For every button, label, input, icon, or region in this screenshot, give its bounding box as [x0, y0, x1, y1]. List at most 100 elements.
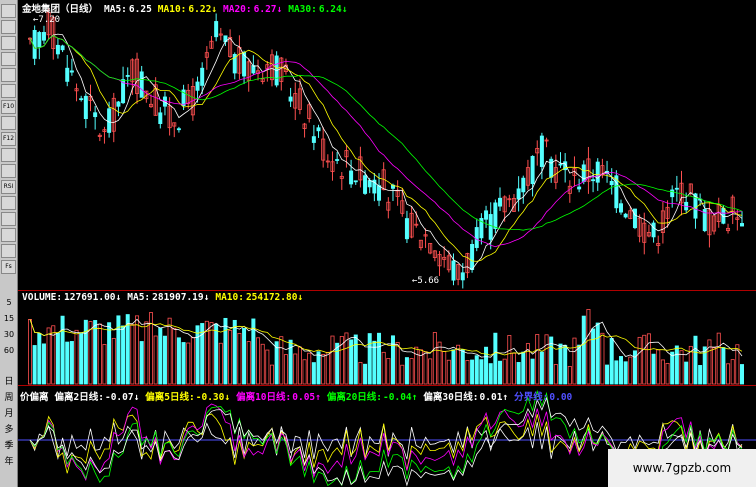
volume-bar	[716, 332, 721, 385]
volume-bar	[395, 342, 400, 385]
volume-bar	[637, 336, 642, 385]
volume-bar	[79, 333, 84, 385]
zoom-icon[interactable]	[1, 148, 16, 162]
period-axis-label[interactable]: 季	[0, 442, 18, 451]
fs-icon[interactable]: Fs	[1, 260, 16, 274]
candle	[311, 136, 316, 143]
dev10-value: 0.05↑	[292, 392, 321, 403]
candle	[474, 227, 479, 248]
period-axis-label[interactable]: 月	[0, 410, 18, 419]
volume-bar	[116, 315, 121, 385]
volume-bar	[246, 341, 251, 385]
ma20-value: 6.27↓	[253, 4, 283, 15]
volume-bar	[414, 346, 419, 385]
volume-bar	[237, 333, 242, 385]
volume-axis-label: 15	[3, 314, 15, 323]
vol-ma10-value: 254172.80↓	[245, 292, 304, 303]
volume-bar	[511, 352, 516, 385]
volume-bar	[74, 329, 79, 385]
move-icon[interactable]	[1, 212, 16, 226]
volume-bar	[451, 349, 456, 385]
price-header: 金地集团（日线） MA5: 6.25 MA10: 6.22↓ MA20: 6.27↓ MA30…	[22, 1, 353, 15]
line-icon[interactable]	[1, 20, 16, 34]
candle	[451, 260, 456, 281]
high-price-label: 7.20	[38, 15, 61, 25]
dev5-label: 偏离5日线:	[145, 392, 195, 403]
volume-bar	[600, 332, 605, 385]
period-axis-label[interactable]: 日	[0, 378, 18, 387]
candle	[549, 158, 554, 178]
volume-bar	[712, 347, 717, 385]
chart-icon[interactable]	[1, 36, 16, 50]
window-icon[interactable]	[1, 84, 16, 98]
volume-bar	[32, 345, 37, 385]
volume-bar	[60, 315, 65, 385]
volume-bar	[521, 351, 526, 385]
vol-ma5-label: MA5:	[127, 292, 151, 303]
volume-bar	[386, 358, 391, 385]
volume-bar	[218, 342, 223, 385]
volume-bar	[516, 362, 521, 385]
candle	[353, 180, 358, 183]
volume-bar	[381, 351, 386, 385]
volume-bar	[223, 317, 228, 385]
f10-icon[interactable]: F10	[1, 100, 16, 114]
low-price-label: 5.66	[417, 276, 440, 286]
indicator-header: 价偏离 偏离2日线:-0.07↓ 偏离5日线:-0.30↓ 偏离10日线:0.05↑ 偏…	[20, 389, 578, 403]
search-icon[interactable]	[1, 164, 16, 178]
cursor-icon[interactable]	[1, 4, 16, 18]
dev20-label: 偏离20日线:	[326, 392, 383, 403]
volume-bar	[265, 349, 270, 385]
grid-icon[interactable]	[1, 52, 16, 66]
rsi-icon[interactable]: RSI	[1, 180, 16, 194]
export-icon[interactable]	[1, 228, 16, 242]
book-icon[interactable]	[1, 196, 16, 210]
text-icon[interactable]	[1, 68, 16, 82]
candle	[79, 98, 84, 101]
volume-bar	[553, 364, 558, 385]
candle	[651, 222, 656, 238]
volume-bar	[409, 358, 414, 385]
candle	[632, 208, 637, 229]
chart-area[interactable]	[18, 0, 756, 487]
list-icon[interactable]	[1, 116, 16, 130]
candle	[65, 67, 70, 82]
volume-bar	[195, 325, 200, 385]
volume-bar	[176, 337, 181, 385]
period-axis-label[interactable]: 年	[0, 458, 18, 467]
volume-bar	[614, 360, 619, 385]
candle	[32, 29, 37, 59]
candle	[93, 112, 98, 118]
pen-icon[interactable]	[1, 244, 16, 258]
period-axis-label[interactable]: 多	[0, 426, 18, 435]
volume-bar	[577, 344, 582, 385]
volume-bar	[316, 351, 321, 385]
volume-bar	[325, 351, 330, 385]
candle	[591, 179, 596, 182]
volume-bar	[442, 351, 447, 385]
dev20-value: -0.04↑	[383, 392, 418, 403]
volume-bar	[186, 342, 191, 385]
volume-bar	[400, 364, 405, 385]
volume-bar	[121, 325, 126, 385]
volume-bar	[735, 344, 740, 385]
volume-bar	[214, 323, 219, 385]
candle	[363, 175, 368, 194]
candle	[470, 243, 475, 271]
volume-bar	[69, 341, 74, 385]
volume-bar	[679, 350, 684, 385]
period-axis-label[interactable]: 周	[0, 394, 18, 403]
volume-bar	[488, 363, 493, 385]
volume-bar	[55, 332, 60, 385]
volume-bar	[693, 335, 698, 385]
volume-bar	[726, 363, 731, 385]
f12-icon[interactable]: F12	[1, 132, 16, 146]
volume-bar	[572, 337, 577, 385]
volume-bar	[242, 327, 247, 385]
baseline-label: 分界线:	[514, 392, 549, 403]
volume-bar	[209, 322, 214, 385]
volume-bar	[269, 364, 274, 385]
volume-bar	[423, 351, 428, 385]
candle	[55, 44, 60, 55]
volume-bar	[605, 364, 610, 385]
